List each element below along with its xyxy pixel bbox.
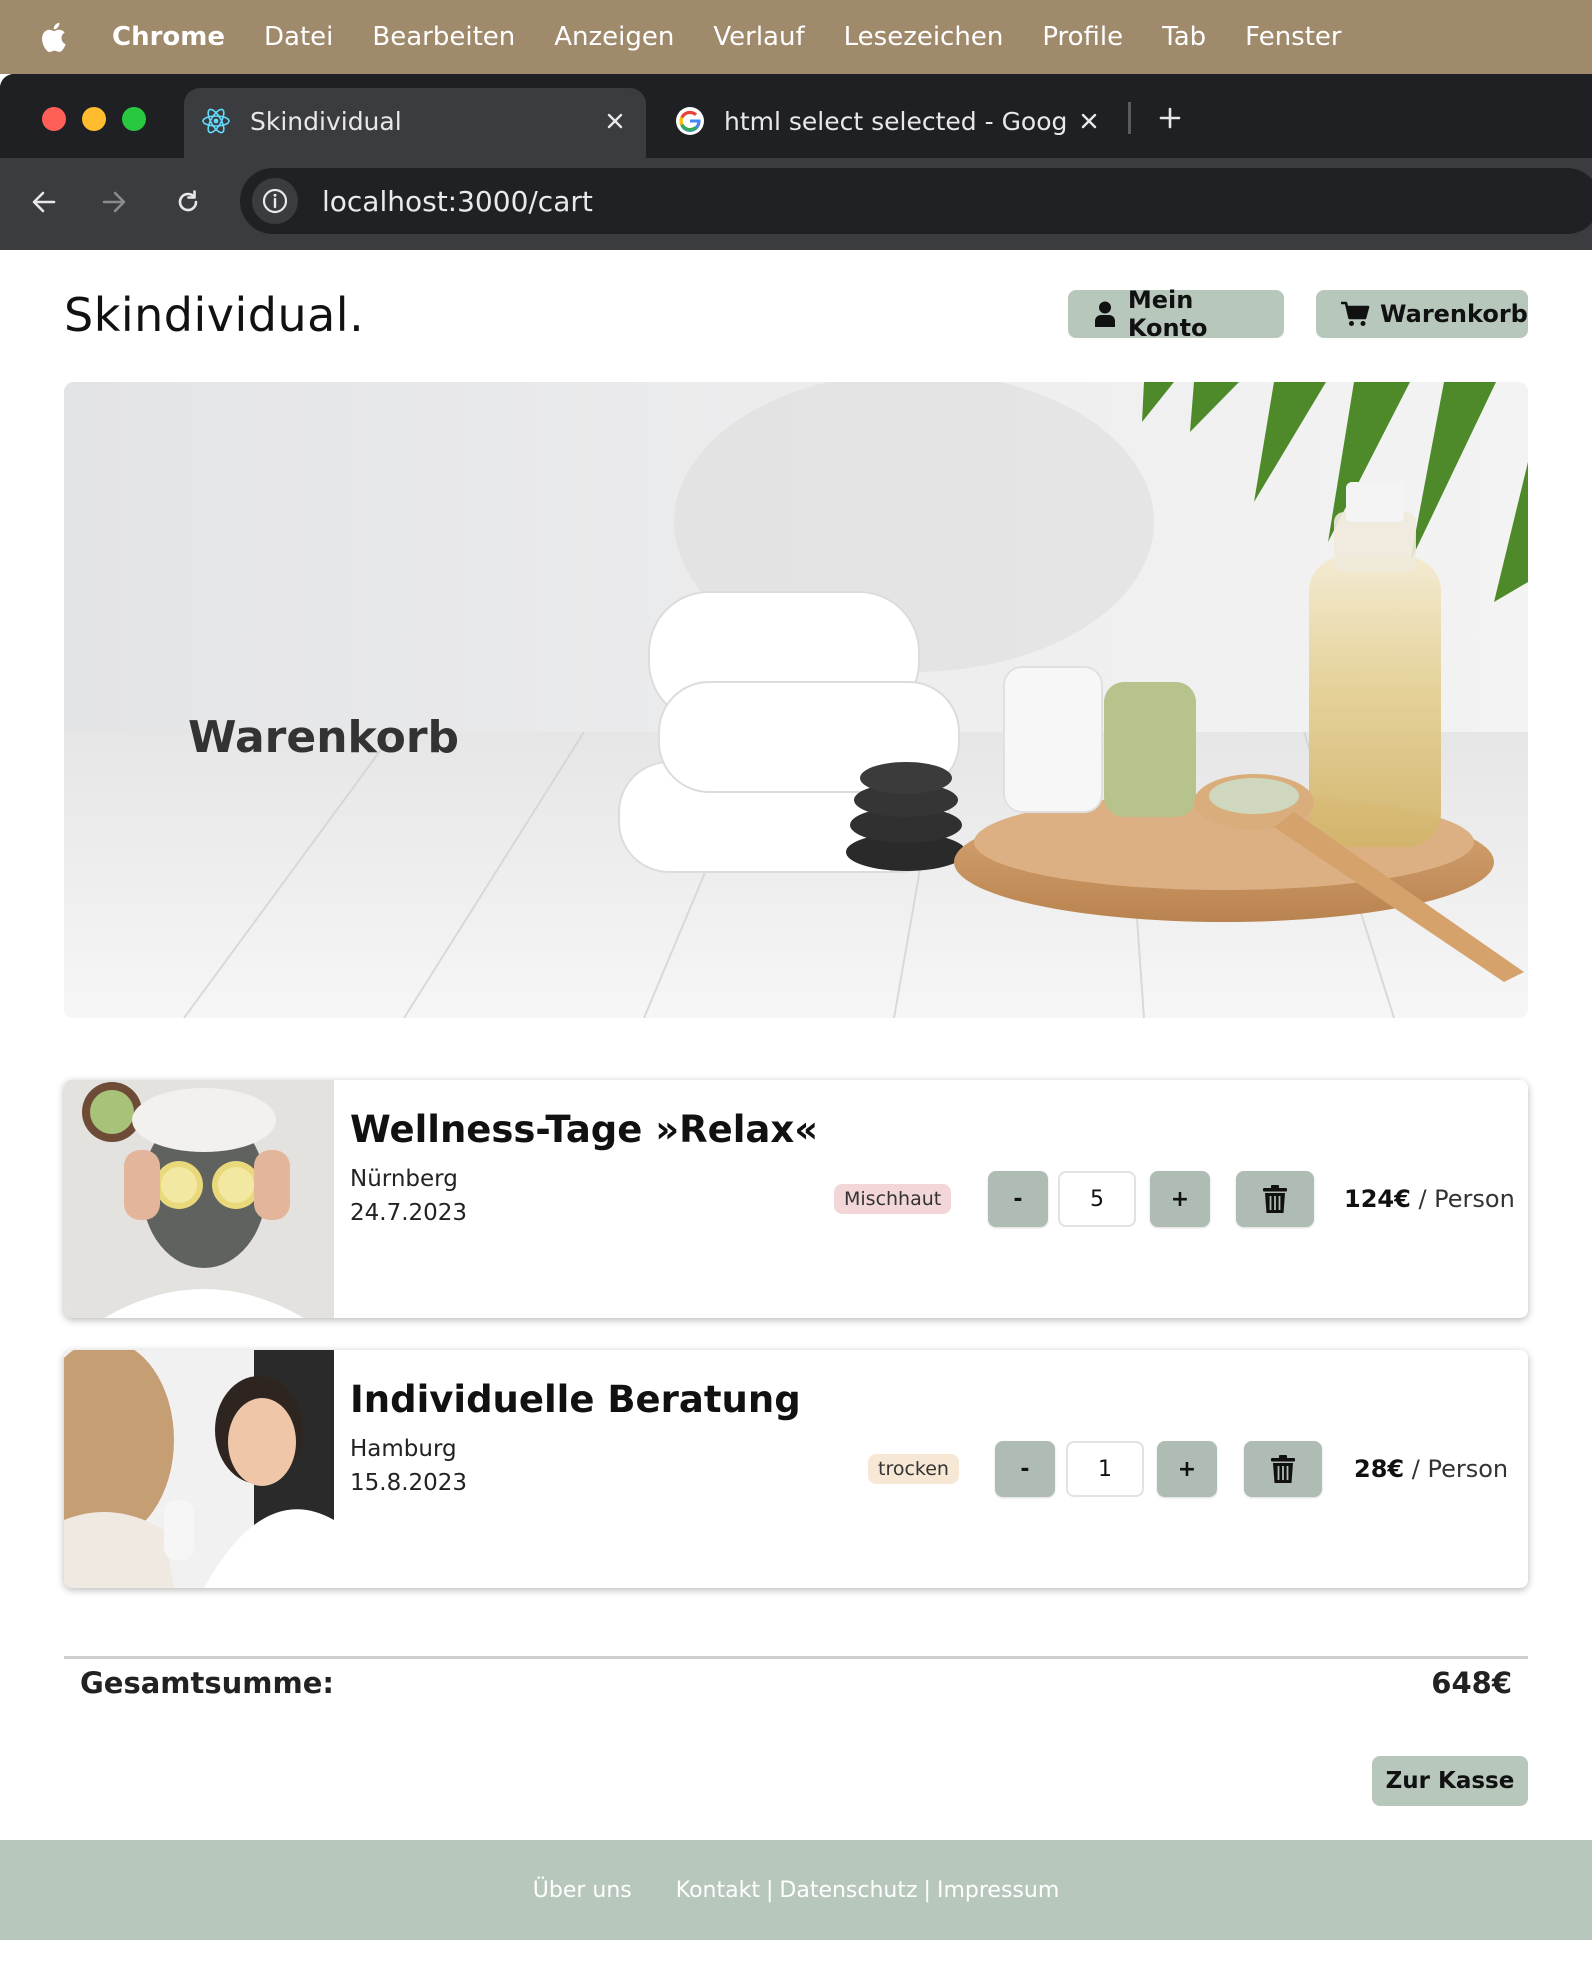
back-arrow-icon[interactable] [22, 180, 66, 224]
maximize-window-button[interactable] [122, 107, 146, 131]
item-name: Wellness-Tage »Relax« [350, 1108, 819, 1151]
total-divider [64, 1656, 1528, 1659]
skin-type-badge: trocken [868, 1454, 959, 1484]
window-controls [42, 107, 146, 131]
reload-icon[interactable] [166, 180, 210, 224]
react-icon [200, 105, 232, 137]
tab-label: Skindividual [250, 106, 402, 136]
menu-chrome[interactable]: Chrome [112, 22, 225, 52]
web-page: Skindividual. Mein Konto Warenkorb Waren… [0, 250, 1592, 1964]
remove-item-button[interactable] [1236, 1171, 1314, 1227]
skin-type-badge: Mischhaut [834, 1184, 952, 1214]
menu-anzeigen[interactable]: Anzeigen [554, 22, 674, 52]
quantity-input[interactable]: 1 [1066, 1441, 1144, 1497]
my-account-label: Mein Konto [1127, 286, 1208, 342]
forward-arrow-icon[interactable] [92, 180, 136, 224]
brand-logo[interactable]: Skindividual. [64, 288, 364, 342]
price-value: 28€ [1354, 1455, 1405, 1483]
menu-bearbeiten[interactable]: Bearbeiten [372, 22, 515, 52]
my-account-button[interactable]: Mein Konto [1068, 286, 1284, 342]
increase-quantity-button[interactable]: + [1157, 1441, 1217, 1497]
trash-icon [1271, 1455, 1295, 1483]
tab-divider [1128, 102, 1131, 134]
decrease-quantity-button[interactable]: - [995, 1441, 1055, 1497]
footer-link-privacy[interactable]: Datenschutz [779, 1878, 917, 1903]
close-tab-icon[interactable] [1074, 106, 1104, 136]
cart-item: Wellness-Tage »Relax« Nürnberg 24.7.2023… [64, 1080, 1528, 1318]
wellness-product-image [64, 1080, 334, 1318]
footer-link-contact[interactable]: Kontakt [676, 1878, 760, 1903]
footer: Über uns Kontakt | Datenschutz | Impress… [0, 1840, 1592, 1940]
google-icon [674, 105, 706, 137]
decrease-quantity-button[interactable]: - [988, 1171, 1048, 1227]
consultation-product-image [64, 1350, 334, 1588]
total-label: Gesamtsumme: [80, 1666, 334, 1700]
browser-toolbar: localhost:3000/cart [0, 158, 1592, 250]
close-tab-icon[interactable] [600, 106, 630, 136]
item-date: 24.7.2023 [350, 1200, 468, 1226]
checkout-button[interactable]: Zur Kasse [1372, 1756, 1528, 1806]
tab-skindividual[interactable]: Skindividual [200, 98, 630, 144]
spa-still-life-image [64, 382, 1528, 1018]
site-info-icon[interactable] [252, 178, 298, 224]
tab-label: html select selected - Google [724, 106, 1066, 136]
price-unit: / Person [1418, 1185, 1515, 1213]
cart-item: Individuelle Beratung Hamburg 15.8.2023 … [64, 1350, 1528, 1588]
close-window-button[interactable] [42, 107, 66, 131]
menu-datei[interactable]: Datei [264, 22, 333, 52]
footer-separator: | [765, 1877, 774, 1903]
cart-label: Warenkorb [1380, 300, 1528, 328]
item-price: 124€ / Person [1344, 1185, 1515, 1213]
increase-quantity-button[interactable]: + [1150, 1171, 1210, 1227]
menu-tab[interactable]: Tab [1162, 22, 1206, 52]
item-city: Hamburg [350, 1436, 457, 1462]
shopping-cart-icon [1340, 299, 1370, 329]
item-price: 28€ / Person [1354, 1455, 1508, 1483]
menu-fenster[interactable]: Fenster [1245, 22, 1341, 52]
item-city: Nürnberg [350, 1166, 458, 1192]
remove-item-button[interactable] [1244, 1441, 1322, 1497]
tab-google-search[interactable]: html select selected - Google [674, 98, 1104, 144]
footer-link-about[interactable]: Über uns [533, 1878, 632, 1903]
price-unit: / Person [1411, 1455, 1509, 1483]
url-text: localhost:3000/cart [322, 184, 593, 218]
menu-lesezeichen[interactable]: Lesezeichen [844, 22, 1004, 52]
menu-profile[interactable]: Profile [1042, 22, 1123, 52]
macos-menu-bar: Chrome Datei Bearbeiten Anzeigen Verlauf… [0, 0, 1592, 74]
user-icon [1092, 299, 1118, 329]
cart-button[interactable]: Warenkorb [1316, 290, 1528, 338]
price-value: 124€ [1344, 1185, 1411, 1213]
hero-title: Warenkorb [188, 712, 460, 763]
item-name: Individuelle Beratung [350, 1378, 801, 1421]
total-value: 648€ [1431, 1666, 1512, 1700]
footer-separator: | [923, 1877, 931, 1903]
hero-banner: Warenkorb [64, 382, 1528, 1018]
address-bar[interactable]: localhost:3000/cart [240, 168, 1592, 234]
browser-chrome: Skindividual html select selected - Goog… [0, 74, 1592, 250]
footer-link-imprint[interactable]: Impressum [937, 1878, 1059, 1903]
new-tab-button[interactable] [1148, 96, 1192, 140]
apple-icon[interactable] [38, 20, 68, 54]
item-date: 15.8.2023 [350, 1470, 468, 1496]
tab-strip: Skindividual html select selected - Goog… [0, 74, 1592, 172]
trash-icon [1263, 1185, 1287, 1213]
minimize-window-button[interactable] [82, 107, 106, 131]
quantity-input[interactable]: 5 [1058, 1171, 1136, 1227]
menu-verlauf[interactable]: Verlauf [713, 22, 804, 52]
